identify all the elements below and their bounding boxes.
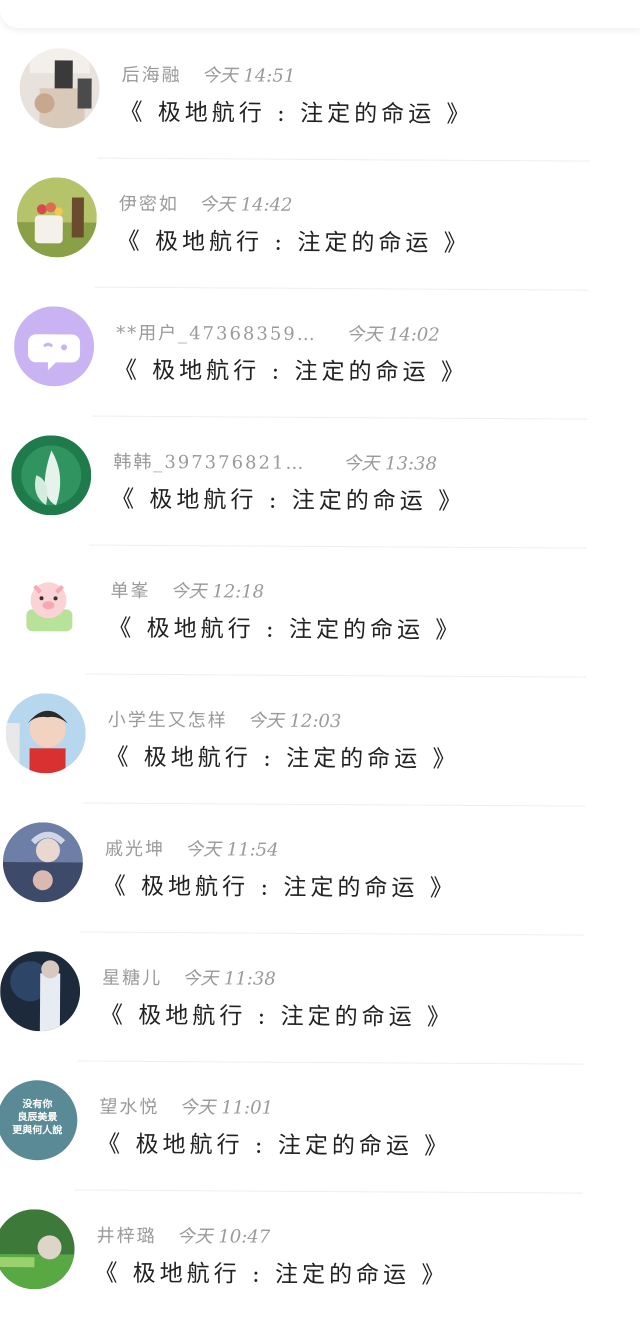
comment-time: 今天 14:42 — [198, 194, 293, 216]
username[interactable]: 望水悦 — [99, 1093, 159, 1119]
comment-list: 后海融 今天 14:51 《 极地航行 : 注定的命运 》 伊密如 今天 14:42… — [0, 28, 640, 1322]
comment-text: 《 极地航行 : 注定的命运 》 — [94, 1260, 449, 1289]
comment-item[interactable]: 后海融 今天 14:51 《 极地航行 : 注定的命运 》 — [0, 28, 640, 161]
comment-item[interactable]: 没有你 良辰美景 更與何人說 望水悦 今天 11:01 《 极地航行 : 注定的命… — [0, 1060, 634, 1193]
text-avatar[interactable]: 没有你 良辰美景 更與何人說 — [0, 1080, 78, 1161]
comment-text: 《 极地航行 : 注定的命运 》 — [99, 1002, 455, 1031]
username[interactable]: **用户_47368359492... — [116, 319, 316, 346]
username[interactable]: 井梓璐 — [97, 1222, 157, 1248]
comment-item[interactable]: 伊密如 今天 14:42 《 极地航行 : 注定的命运 》 — [0, 157, 639, 290]
comment-item[interactable]: **用户_47368359492... 今天 14:02 《 极地航行 : 注定的… — [0, 286, 638, 419]
comment-text: 《 极地航行 : 注定的命运 》 — [108, 615, 463, 644]
comment-time: 今天 14:02 — [346, 324, 440, 346]
comment-text: 《 极地航行 : 注定的命运 》 — [102, 873, 457, 902]
comment-text: 《 极地航行 : 注定的命运 》 — [111, 486, 466, 515]
comment-item[interactable]: 小学生又怎样 今天 12:03 《 极地航行 : 注定的命运 》 — [0, 673, 636, 806]
avatar-text-line: 更與何人說 — [12, 1125, 63, 1137]
avatar-text-line: 良辰美景 — [17, 1112, 58, 1124]
comment-item[interactable]: 韩韩_3973768215261... 今天 13:38 《 极地航行 : 注定的… — [0, 415, 638, 548]
username[interactable]: 单峯 — [110, 577, 150, 603]
username[interactable]: 星糖儿 — [102, 964, 162, 990]
comment-text: 《 极地航行 : 注定的命运 》 — [113, 357, 468, 386]
comment-time: 今天 14:51 — [201, 65, 296, 87]
user-avatar[interactable] — [19, 48, 100, 129]
comment-time: 今天 11:38 — [182, 968, 276, 990]
username[interactable]: 伊密如 — [119, 190, 179, 216]
comment-item[interactable]: 星糖儿 今天 11:38 《 极地航行 : 注定的命运 》 — [0, 931, 634, 1064]
avatar-text-line: 没有你 — [22, 1099, 53, 1111]
user-avatar[interactable] — [0, 951, 81, 1032]
comment-text: 《 极地航行 : 注定的命运 》 — [97, 1131, 452, 1160]
comment-item[interactable]: 井梓璐 今天 10:47 《 极地航行 : 注定的命运 》 — [0, 1189, 633, 1322]
top-card-edge — [0, 0, 640, 28]
comment-time: 今天 12:03 — [247, 710, 342, 733]
comment-text: 《 极地航行 : 注定的命运 》 — [116, 228, 471, 257]
comment-time: 今天 12:18 — [170, 581, 265, 603]
comment-time: 今天 11:01 — [179, 1097, 274, 1119]
username[interactable]: 小学生又怎样 — [108, 706, 228, 733]
comment-text: 《 极地航行 : 注定的命运 》 — [105, 744, 460, 773]
username[interactable]: 戚光坤 — [105, 835, 165, 861]
user-avatar[interactable] — [16, 177, 98, 258]
comment-text: 《 极地航行 : 注定的命运 》 — [119, 99, 474, 128]
comment-time: 今天 11:54 — [184, 839, 279, 861]
default-avatar-icon[interactable] — [13, 306, 95, 387]
user-avatar[interactable] — [5, 693, 86, 774]
username[interactable]: 韩韩_3973768215261... — [113, 448, 313, 475]
username[interactable]: 后海融 — [122, 61, 182, 87]
comment-time: 今天 13:38 — [343, 453, 438, 475]
user-avatar[interactable] — [11, 435, 92, 516]
pig-avatar[interactable] — [8, 564, 89, 645]
comment-item[interactable]: 单峯 今天 12:18 《 极地航行 : 注定的命运 》 — [0, 544, 637, 677]
comment-item[interactable]: 戚光坤 今天 11:54 《 极地航行 : 注定的命运 》 — [0, 802, 635, 935]
comment-time: 今天 10:47 — [176, 1226, 271, 1248]
user-avatar[interactable] — [0, 1208, 75, 1290]
user-avatar[interactable] — [2, 822, 84, 903]
